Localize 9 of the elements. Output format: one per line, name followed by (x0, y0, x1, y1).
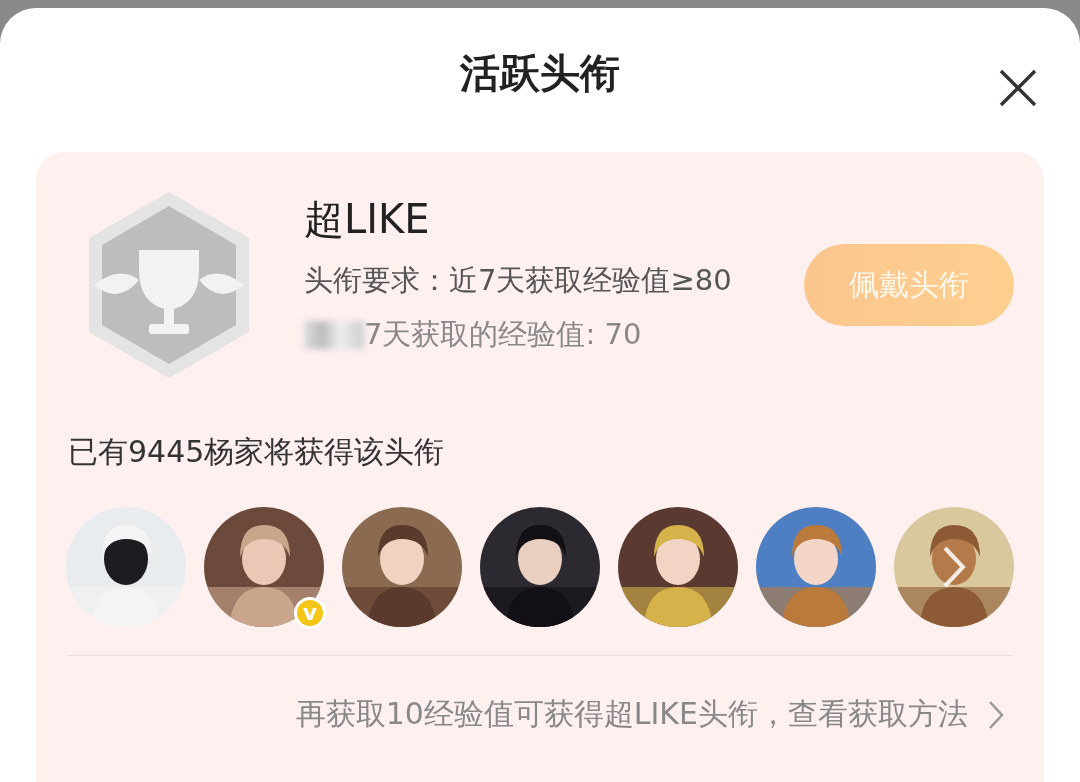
how-to-get-link[interactable]: 再获取10经验值可获得超LIKE头衔，查看获取方法 (295, 694, 968, 735)
verified-badge: v (294, 597, 326, 629)
holders-count-text: 已有9445杨家将获得该头衔 (68, 433, 446, 471)
close-icon[interactable] (998, 68, 1038, 108)
title-name: 超LIKE (304, 195, 431, 244)
requirement-text: 头衔要求：近7天获取经验值≥80 (304, 262, 733, 299)
sheet-title: 活跃头衔 (460, 48, 620, 98)
chevron-right-icon[interactable] (988, 699, 1004, 730)
progress-text: 7天获取的经验值: 70 (364, 316, 642, 353)
